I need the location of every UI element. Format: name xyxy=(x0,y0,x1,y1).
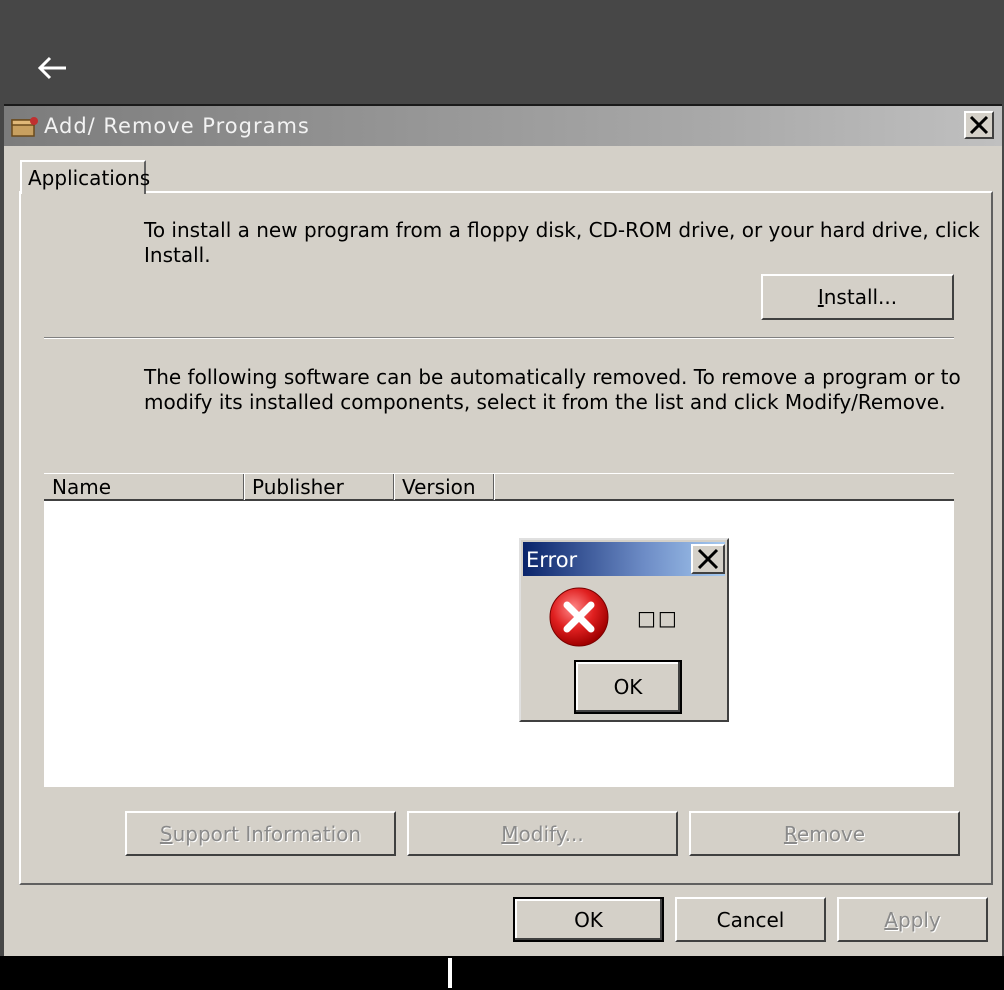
modify-button[interactable]: Modify... xyxy=(407,811,678,856)
install-button[interactable]: Install... xyxy=(761,274,954,320)
close-icon xyxy=(697,548,719,570)
column-header-name[interactable]: Name xyxy=(44,474,244,500)
remove-instructions: The following software can be automatica… xyxy=(144,365,961,415)
cancel-button[interactable]: Cancel xyxy=(675,897,826,942)
remove-text-line2: modify its installed components, select … xyxy=(144,390,946,414)
program-list[interactable] xyxy=(44,501,954,787)
error-message: □□ xyxy=(637,606,679,630)
error-dialog-close-button[interactable] xyxy=(691,544,725,574)
add-remove-programs-window: Add/ Remove Programs Applications To ins… xyxy=(4,104,1002,956)
error-dialog-titlebar[interactable]: Error xyxy=(523,542,725,576)
ok-button[interactable]: OK xyxy=(513,897,664,942)
apply-button[interactable]: Apply xyxy=(837,897,988,942)
program-list-header: Name Publisher Version xyxy=(44,473,954,501)
window-titlebar[interactable]: Add/ Remove Programs xyxy=(4,106,1002,146)
column-header-publisher[interactable]: Publisher xyxy=(244,474,394,500)
remove-text-line1: The following software can be automatica… xyxy=(144,365,961,389)
remove-button[interactable]: Remove xyxy=(689,811,960,856)
install-instructions: To install a new program from a floppy d… xyxy=(144,218,980,268)
bottom-bar xyxy=(0,956,1004,990)
support-information-button[interactable]: Support Information xyxy=(125,811,396,856)
error-dialog: Error □□ OK xyxy=(519,538,729,722)
top-bar xyxy=(0,0,1004,104)
section-divider xyxy=(44,337,954,339)
window-title: Add/ Remove Programs xyxy=(44,114,310,138)
install-text-line2: Install. xyxy=(144,243,211,267)
close-icon xyxy=(969,115,989,135)
package-icon xyxy=(11,117,38,137)
error-icon xyxy=(549,587,609,647)
window-close-button[interactable] xyxy=(964,111,994,139)
tab-applications[interactable]: Applications xyxy=(20,160,150,194)
text-cursor xyxy=(448,958,452,988)
back-arrow-icon[interactable] xyxy=(34,50,74,86)
column-header-version[interactable]: Version xyxy=(394,474,494,500)
error-dialog-title: Error xyxy=(526,548,578,572)
error-ok-button[interactable]: OK xyxy=(574,660,682,714)
install-text-line1: To install a new program from a floppy d… xyxy=(144,218,980,242)
